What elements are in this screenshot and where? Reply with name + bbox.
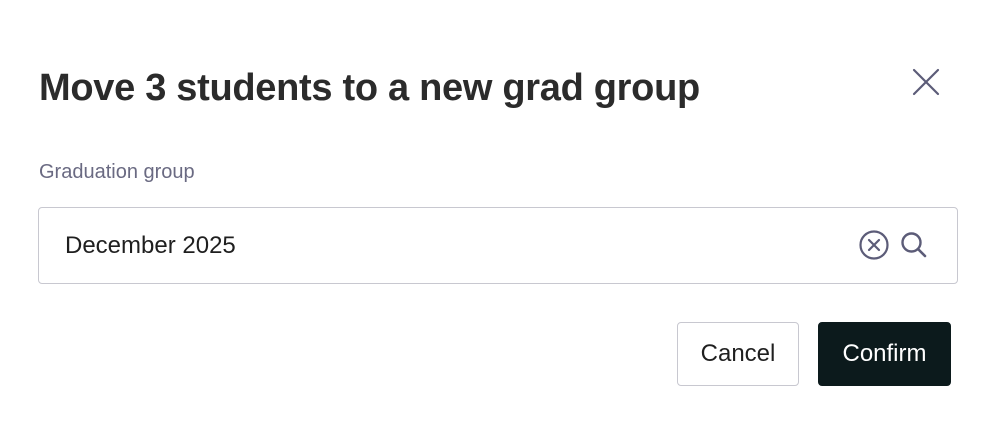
move-students-dialog: Move 3 students to a new grad group Grad… xyxy=(0,0,998,436)
graduation-group-label: Graduation group xyxy=(39,161,195,183)
close-icon xyxy=(912,68,940,96)
graduation-group-input[interactable] xyxy=(65,208,845,283)
search-icon xyxy=(901,232,927,258)
graduation-group-combobox[interactable] xyxy=(38,207,958,284)
close-button[interactable] xyxy=(906,62,946,102)
clear-button[interactable] xyxy=(857,228,891,262)
confirm-button[interactable]: Confirm xyxy=(818,322,951,386)
search-button[interactable] xyxy=(897,228,931,262)
clear-circle-icon xyxy=(859,230,889,260)
dialog-title: Move 3 students to a new grad group xyxy=(39,67,700,109)
cancel-button[interactable]: Cancel xyxy=(677,322,799,386)
